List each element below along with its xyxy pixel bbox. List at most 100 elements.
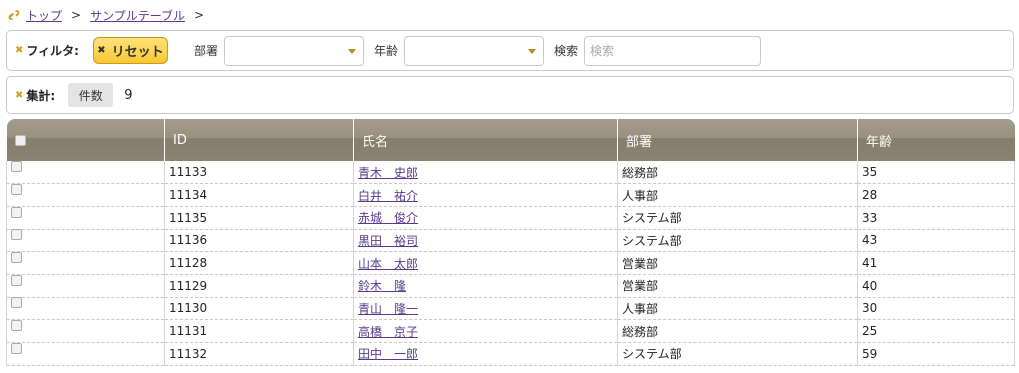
row-checkbox[interactable] [11, 206, 22, 218]
close-icon: ✖ [97, 45, 106, 56]
row-select-cell [6, 206, 165, 230]
chevron-down-icon [527, 48, 536, 54]
reset-button[interactable]: ✖ リセット [92, 37, 168, 64]
table-body: 11133 青木 史郎 総務部 35 11134 白井 祐介 人事部 28 11135 赤城 俊介… [6, 161, 1015, 366]
age-filter-label: 年齢 [373, 44, 398, 58]
table-row: 11132 田中 一郎 システム部 59 [6, 342, 1015, 366]
column-header-name[interactable]: 氏名 [353, 119, 618, 161]
name-link[interactable]: 高橋 京子 [358, 325, 418, 339]
table-row: 11131 高橋 京子 総務部 25 [6, 319, 1015, 343]
table-row: 11136 黒田 裕司 システム部 43 [6, 229, 1015, 253]
name-link[interactable]: 田中 一郎 [358, 347, 418, 361]
row-checkbox[interactable] [11, 320, 22, 332]
table-row: 11130 青山 隆一 人事部 30 [6, 297, 1015, 321]
age-cell: 33 [857, 206, 1015, 230]
name-cell: 青木 史郎 [353, 161, 618, 185]
name-cell: 山本 太郎 [353, 251, 618, 275]
name-link[interactable]: 黒田 裕司 [358, 234, 418, 248]
count-chip: 件数 [68, 83, 114, 107]
filter-panel: ✖ フィルタ: ✖ リセット 部署 年齢 検索 [6, 30, 1014, 71]
name-link[interactable]: 青山 隆一 [358, 302, 418, 316]
select-all-header [6, 119, 165, 161]
breadcrumb-link-sample-table[interactable]: サンプルテーブル [90, 7, 185, 24]
id-cell: 11136 [164, 229, 354, 253]
age-select[interactable] [403, 35, 544, 66]
id-cell: 11132 [164, 342, 354, 366]
filter-label-text: フィルタ: [26, 44, 79, 58]
filter-label: ✖ フィルタ: [15, 42, 79, 59]
search-input[interactable] [584, 35, 761, 66]
name-link[interactable]: 赤城 俊介 [358, 211, 418, 225]
dept-cell: システム部 [617, 229, 858, 253]
row-select-cell [6, 161, 165, 185]
name-cell: 高橋 京子 [353, 319, 618, 343]
age-cell: 35 [857, 161, 1015, 185]
dept-cell: システム部 [617, 206, 858, 230]
name-cell: 白井 祐介 [353, 183, 618, 207]
table-row: 11129 鈴木 隆 営業部 40 [6, 274, 1015, 298]
row-checkbox[interactable] [11, 274, 22, 286]
row-checkbox[interactable] [11, 252, 22, 264]
age-cell: 40 [857, 274, 1015, 298]
row-select-cell [6, 229, 165, 253]
search-label: 検索 [553, 44, 578, 58]
data-table: ID 氏名 部署 年齢 11133 青木 史郎 総務部 35 11134 白井 祐介 人事部… [6, 119, 1015, 366]
link-icon [8, 9, 20, 21]
row-select-cell [6, 342, 165, 366]
age-cell: 41 [857, 251, 1015, 275]
dept-cell: 人事部 [617, 297, 858, 321]
column-header-dept[interactable]: 部署 [617, 119, 858, 161]
id-cell: 11130 [164, 297, 354, 321]
id-cell: 11135 [164, 206, 354, 230]
reset-button-label: リセット [111, 45, 164, 60]
dept-filter-label: 部署 [193, 44, 218, 58]
row-select-cell [6, 297, 165, 321]
table-row: 11135 赤城 俊介 システム部 33 [6, 206, 1015, 230]
id-cell: 11128 [164, 251, 354, 275]
table-row: 11128 山本 太郎 営業部 41 [6, 251, 1015, 275]
close-icon[interactable]: ✖ [15, 90, 23, 101]
row-checkbox[interactable] [11, 297, 22, 309]
dept-cell: 営業部 [617, 274, 858, 298]
id-cell: 11129 [164, 274, 354, 298]
dept-select[interactable] [223, 35, 364, 66]
row-checkbox[interactable] [11, 229, 22, 241]
age-cell: 59 [857, 342, 1015, 366]
breadcrumb-separator: > [71, 8, 82, 22]
age-cell: 25 [857, 319, 1015, 343]
name-link[interactable]: 青木 史郎 [358, 166, 418, 180]
column-header-id[interactable]: ID [164, 119, 354, 161]
name-cell: 赤城 俊介 [353, 206, 618, 230]
summary-label: ✖ 集計: [15, 87, 55, 104]
chevron-down-icon [347, 48, 356, 54]
row-checkbox[interactable] [11, 342, 22, 354]
summary-panel: ✖ 集計: 件数 9 [6, 76, 1014, 114]
dept-cell: 営業部 [617, 251, 858, 275]
name-link[interactable]: 白井 祐介 [358, 189, 418, 203]
select-all-checkbox[interactable] [14, 134, 26, 146]
count-value: 9 [124, 87, 133, 103]
dept-cell: 人事部 [617, 183, 858, 207]
id-cell: 11131 [164, 319, 354, 343]
breadcrumb-link-top[interactable]: トップ [26, 7, 62, 24]
name-link[interactable]: 山本 太郎 [358, 257, 418, 271]
row-select-cell [6, 319, 165, 343]
row-checkbox[interactable] [11, 161, 22, 173]
dept-cell: システム部 [617, 342, 858, 366]
dept-cell: 総務部 [617, 161, 858, 185]
dept-cell: 総務部 [617, 319, 858, 343]
name-cell: 鈴木 隆 [353, 274, 618, 298]
table-header-row: ID 氏名 部署 年齢 [6, 119, 1015, 161]
row-checkbox[interactable] [11, 184, 22, 196]
id-cell: 11133 [164, 161, 354, 185]
name-cell: 黒田 裕司 [353, 229, 618, 253]
breadcrumb: トップ > サンプルテーブル > [8, 6, 213, 24]
age-cell: 28 [857, 183, 1015, 207]
age-cell: 43 [857, 229, 1015, 253]
table-row: 11133 青木 史郎 総務部 35 [6, 161, 1015, 185]
close-icon[interactable]: ✖ [15, 45, 23, 56]
name-cell: 青山 隆一 [353, 297, 618, 321]
column-header-age[interactable]: 年齢 [857, 119, 1015, 161]
row-select-cell [6, 251, 165, 275]
name-link[interactable]: 鈴木 隆 [358, 279, 406, 293]
